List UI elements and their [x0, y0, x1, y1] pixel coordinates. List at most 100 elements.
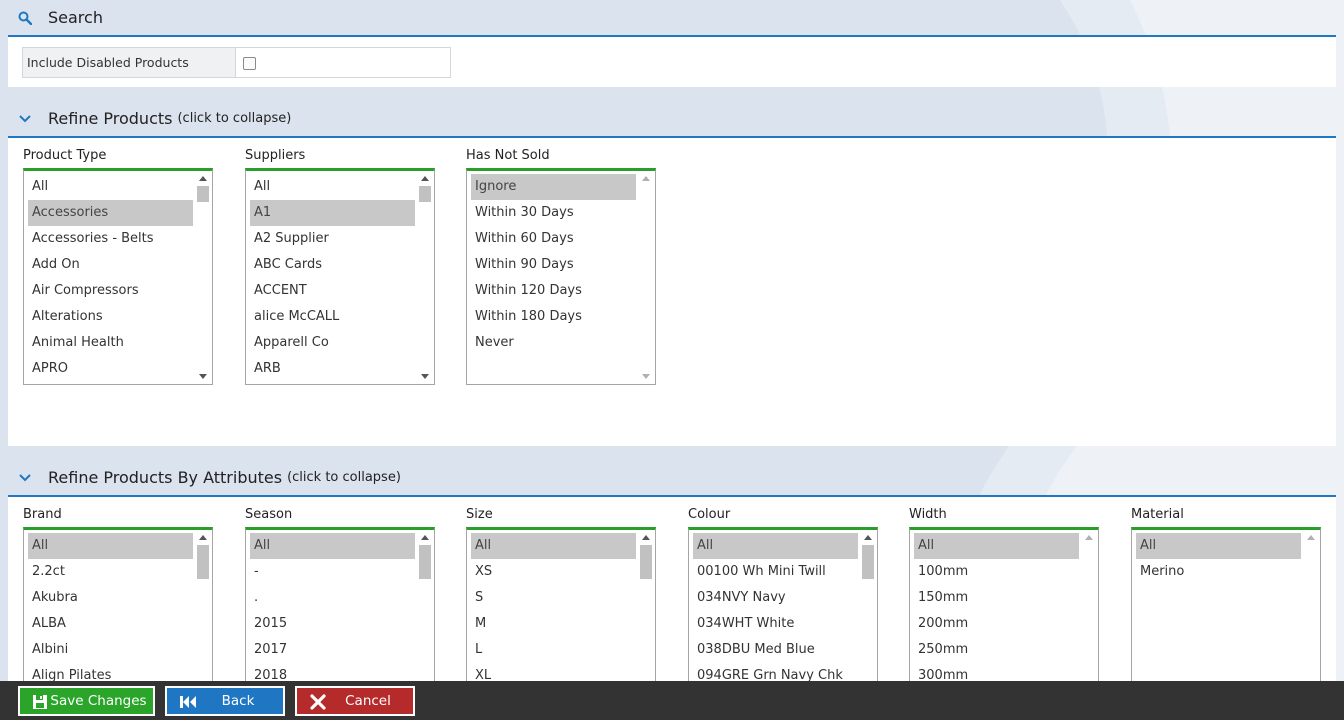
brand-scrollbar-thumb[interactable] — [197, 545, 209, 579]
brand-option[interactable]: Align Pilates — [28, 663, 193, 681]
has-not-sold-scrollbar[interactable] — [638, 171, 655, 384]
product-type-scrollbar-thumb[interactable] — [197, 186, 209, 202]
material-scrollbar[interactable] — [1303, 530, 1320, 681]
scroll-down-arrow-icon[interactable] — [421, 374, 429, 379]
scroll-up-arrow-icon[interactable] — [421, 535, 429, 540]
suppliers-option[interactable]: All — [250, 174, 415, 200]
refine-products-header[interactable]: Refine Products (click to collapse) — [8, 101, 1336, 138]
width-option[interactable]: 300mm — [914, 663, 1079, 681]
colour-scrollbar[interactable] — [860, 530, 877, 681]
colour-scrollbar-thumb[interactable] — [862, 545, 874, 579]
suppliers-listbox[interactable]: All A1 A2 Supplier ABC Cards ACCENT alice McC… — [245, 168, 435, 385]
size-scrollbar-thumb[interactable] — [640, 545, 652, 579]
scroll-up-arrow-icon[interactable] — [642, 535, 650, 540]
product-type-listbox[interactable]: All Accessories Accessories - Belts Add On A… — [23, 168, 213, 385]
season-option[interactable]: 2017 — [250, 637, 415, 663]
product-type-option[interactable]: Accessories — [28, 200, 193, 226]
suppliers-option[interactable]: ARB — [250, 356, 415, 382]
season-option[interactable]: - — [250, 559, 415, 585]
product-type-option[interactable]: Animal Health — [28, 330, 193, 356]
suppliers-option[interactable]: Apparell Co — [250, 330, 415, 356]
season-option[interactable]: 2018 — [250, 663, 415, 681]
suppliers-option[interactable]: ACCENT — [250, 278, 415, 304]
colour-listbox[interactable]: All 00100 Wh Mini Twill 034NVY Navy 034WHT … — [688, 527, 878, 681]
season-listbox[interactable]: All -. 2015 2017 2018 — [245, 527, 435, 681]
season-option[interactable]: 2015 — [250, 611, 415, 637]
size-option[interactable]: L — [471, 637, 636, 663]
brand-option[interactable]: All — [28, 533, 193, 559]
width-option[interactable]: 200mm — [914, 611, 1079, 637]
width-option[interactable]: 250mm — [914, 637, 1079, 663]
season-option[interactable]: . — [250, 585, 415, 611]
season-option[interactable]: All — [250, 533, 415, 559]
size-listbox[interactable]: All XS S M L XL — [466, 527, 656, 681]
material-option[interactable]: Merino — [1136, 559, 1301, 585]
search-section-header[interactable]: Search — [8, 0, 1336, 37]
cancel-button[interactable]: Cancel — [295, 686, 415, 716]
product-type-option[interactable]: Add On — [28, 252, 193, 278]
product-type-option[interactable]: Air Compressors — [28, 278, 193, 304]
season-scrollbar-thumb[interactable] — [419, 545, 431, 579]
refine-attributes-hint: (click to collapse) — [287, 470, 401, 485]
scroll-down-arrow-icon[interactable] — [199, 374, 207, 379]
chevron-down-icon — [19, 114, 31, 122]
scroll-up-arrow-icon[interactable] — [1307, 535, 1315, 540]
save-changes-button[interactable]: Save Changes — [18, 686, 155, 716]
brand-option[interactable]: ALBA — [28, 611, 193, 637]
has-not-sold-option[interactable]: Within 90 Days — [471, 252, 636, 278]
product-type-option[interactable]: APRO — [28, 356, 193, 382]
colour-option[interactable]: 038DBU Med Blue — [693, 637, 858, 663]
refine-attributes-header[interactable]: Refine Products By Attributes (click to … — [8, 460, 1336, 497]
scroll-up-arrow-icon[interactable] — [199, 176, 207, 181]
brand-option[interactable]: 2.2ct — [28, 559, 193, 585]
suppliers-scrollbar-thumb[interactable] — [419, 186, 431, 202]
size-option[interactable]: XS — [471, 559, 636, 585]
scroll-up-arrow-icon[interactable] — [642, 176, 650, 181]
width-scrollbar[interactable] — [1081, 530, 1098, 681]
season-scrollbar[interactable] — [417, 530, 434, 681]
scroll-up-arrow-icon[interactable] — [421, 176, 429, 181]
material-option[interactable]: All — [1136, 533, 1301, 559]
size-option[interactable]: XL — [471, 663, 636, 681]
suppliers-option[interactable]: ABC Cards — [250, 252, 415, 278]
size-option[interactable]: All — [471, 533, 636, 559]
size-option[interactable]: S — [471, 585, 636, 611]
has-not-sold-option[interactable]: Never — [471, 330, 636, 356]
scroll-up-arrow-icon[interactable] — [864, 535, 872, 540]
colour-option[interactable]: 094GRE Grn Navy Chk — [693, 663, 858, 681]
brand-option[interactable]: Akubra — [28, 585, 193, 611]
brand-listbox[interactable]: All 2.2ct Akubra ALBA Albini Align Pilates — [23, 527, 213, 681]
scroll-up-arrow-icon[interactable] — [1085, 535, 1093, 540]
colour-option[interactable]: 034NVY Navy — [693, 585, 858, 611]
has-not-sold-option[interactable]: Within 60 Days — [471, 226, 636, 252]
brand-option[interactable]: Albini — [28, 637, 193, 663]
width-listbox[interactable]: All 100mm 150mm 200mm 250mm 300mm — [909, 527, 1099, 681]
brand-scrollbar[interactable] — [195, 530, 212, 681]
colour-option[interactable]: 034WHT White — [693, 611, 858, 637]
product-type-option[interactable]: Accessories - Belts — [28, 226, 193, 252]
back-button[interactable]: Back — [165, 686, 285, 716]
has-not-sold-listbox[interactable]: Ignore Within 30 Days Within 60 Days Within… — [466, 168, 656, 385]
has-not-sold-option[interactable]: Within 180 Days — [471, 304, 636, 330]
suppliers-scrollbar[interactable] — [417, 171, 434, 384]
include-disabled-checkbox[interactable] — [243, 57, 256, 70]
size-scrollbar[interactable] — [638, 530, 655, 681]
scroll-down-arrow-icon[interactable] — [642, 374, 650, 379]
suppliers-option[interactable]: A1 — [250, 200, 415, 226]
width-option[interactable]: 100mm — [914, 559, 1079, 585]
product-type-option[interactable]: All — [28, 174, 193, 200]
colour-option[interactable]: 00100 Wh Mini Twill — [693, 559, 858, 585]
size-option[interactable]: M — [471, 611, 636, 637]
has-not-sold-option[interactable]: Ignore — [471, 174, 636, 200]
product-type-option[interactable]: Alterations — [28, 304, 193, 330]
material-listbox[interactable]: All Merino — [1131, 527, 1321, 681]
has-not-sold-option[interactable]: Within 120 Days — [471, 278, 636, 304]
colour-option[interactable]: All — [693, 533, 858, 559]
suppliers-option[interactable]: A2 Supplier — [250, 226, 415, 252]
scroll-up-arrow-icon[interactable] — [199, 535, 207, 540]
width-option[interactable]: 150mm — [914, 585, 1079, 611]
has-not-sold-option[interactable]: Within 30 Days — [471, 200, 636, 226]
width-option[interactable]: All — [914, 533, 1079, 559]
product-type-scrollbar[interactable] — [195, 171, 212, 384]
suppliers-option[interactable]: alice McCALL — [250, 304, 415, 330]
